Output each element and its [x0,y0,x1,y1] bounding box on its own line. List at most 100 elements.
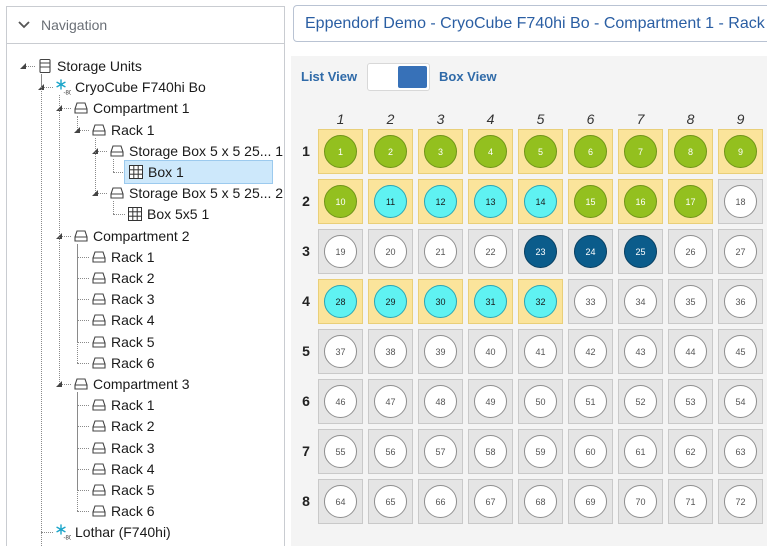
sample-slot[interactable]: 52 [624,385,657,418]
box-position[interactable]: 59 [518,429,563,474]
sample-slot[interactable]: 53 [674,385,707,418]
sample-slot[interactable]: 18 [724,185,757,218]
sample-slot[interactable]: 44 [674,335,707,368]
box-position[interactable]: 61 [618,429,663,474]
sample-slot[interactable]: 58 [474,435,507,468]
expand-arrow-icon[interactable] [73,126,81,134]
tree-item[interactable]: Storage Box 5 x 5 25... 1 [109,141,283,161]
box-position[interactable]: 57 [418,429,463,474]
box-position[interactable]: 55 [318,429,363,474]
tree-item[interactable]: -80CryoCube F740hi Bo [55,77,206,97]
sample-slot[interactable]: 71 [674,485,707,518]
tree-item[interactable]: Rack 4 [91,310,155,330]
sample-slot[interactable]: 30 [424,285,457,318]
sample-slot[interactable]: 11 [374,185,407,218]
sample-slot[interactable]: 3 [424,135,457,168]
tree-item[interactable]: Compartment 1 [73,98,189,118]
box-position[interactable]: 4 [468,129,513,174]
sample-slot[interactable]: 31 [474,285,507,318]
sample-slot[interactable]: 26 [674,235,707,268]
box-position[interactable]: 44 [668,329,713,374]
sample-slot[interactable]: 48 [424,385,457,418]
view-toggle-switch[interactable] [367,63,430,91]
box-position[interactable]: 48 [418,379,463,424]
sample-slot[interactable]: 20 [374,235,407,268]
tree-item[interactable]: Rack 5 [91,332,155,352]
sample-slot[interactable]: 5 [524,135,557,168]
box-view-label[interactable]: Box View [439,69,497,84]
box-position[interactable]: 31 [468,279,513,324]
box-position[interactable]: 18 [718,179,763,224]
sample-slot[interactable]: 41 [524,335,557,368]
sample-slot[interactable]: 6 [574,135,607,168]
box-position[interactable]: 12 [418,179,463,224]
box-position[interactable]: 40 [468,329,513,374]
expand-arrow-icon[interactable] [55,380,63,388]
view-toggle-knob[interactable] [398,66,427,88]
chevron-down-icon[interactable] [17,18,31,32]
tree-item[interactable]: Rack 1 [91,395,155,415]
tree-item[interactable]: Rack 2 [91,268,155,288]
sample-slot[interactable]: 32 [524,285,557,318]
sample-slot[interactable]: 36 [724,285,757,318]
box-position[interactable]: 39 [418,329,463,374]
box-position[interactable]: 20 [368,229,413,274]
sample-slot[interactable]: 39 [424,335,457,368]
sample-slot[interactable]: 49 [474,385,507,418]
box-position[interactable]: 46 [318,379,363,424]
box-position[interactable]: 47 [368,379,413,424]
sample-slot[interactable]: 43 [624,335,657,368]
box-position[interactable]: 34 [618,279,663,324]
box-position[interactable]: 50 [518,379,563,424]
sample-slot[interactable]: 66 [424,485,457,518]
box-position[interactable]: 37 [318,329,363,374]
box-position[interactable]: 10 [318,179,363,224]
tree-item-selected[interactable]: Box 1 [124,160,273,184]
box-position[interactable]: 29 [368,279,413,324]
tree-item[interactable]: -80Lothar (F740hi) [55,522,171,542]
box-position[interactable]: 68 [518,479,563,524]
sample-slot[interactable]: 24 [574,235,607,268]
sample-slot[interactable]: 29 [374,285,407,318]
sample-slot[interactable]: 9 [724,135,757,168]
sample-slot[interactable]: 40 [474,335,507,368]
box-position[interactable]: 27 [718,229,763,274]
sample-slot[interactable]: 70 [624,485,657,518]
sample-slot[interactable]: 34 [624,285,657,318]
sample-slot[interactable]: 46 [324,385,357,418]
box-position[interactable]: 19 [318,229,363,274]
box-position[interactable]: 1 [318,129,363,174]
box-position[interactable]: 54 [718,379,763,424]
box-position[interactable]: 25 [618,229,663,274]
box-position[interactable]: 8 [668,129,713,174]
box-position[interactable]: 64 [318,479,363,524]
box-position[interactable]: 32 [518,279,563,324]
sample-slot[interactable]: 8 [674,135,707,168]
tree-item[interactable]: Compartment 3 [73,374,189,394]
tree-item[interactable]: Rack 2 [91,416,155,436]
box-position[interactable]: 33 [568,279,613,324]
sample-slot[interactable]: 23 [524,235,557,268]
sample-slot[interactable]: 37 [324,335,357,368]
expand-arrow-icon[interactable] [19,62,27,70]
sample-slot[interactable]: 45 [724,335,757,368]
sample-slot[interactable]: 16 [624,185,657,218]
navigation-header[interactable]: Navigation [7,7,284,44]
sample-slot[interactable]: 60 [574,435,607,468]
sample-slot[interactable]: 64 [324,485,357,518]
box-position[interactable]: 65 [368,479,413,524]
tree-item[interactable]: Storage Units [37,56,142,76]
box-position[interactable]: 24 [568,229,613,274]
box-position[interactable]: 66 [418,479,463,524]
expand-arrow-icon[interactable] [91,189,99,197]
box-position[interactable]: 28 [318,279,363,324]
list-view-label[interactable]: List View [301,69,357,84]
sample-slot[interactable]: 50 [524,385,557,418]
box-position[interactable]: 38 [368,329,413,374]
sample-slot[interactable]: 72 [724,485,757,518]
sample-slot[interactable]: 27 [724,235,757,268]
box-position[interactable]: 71 [668,479,713,524]
box-position[interactable]: 11 [368,179,413,224]
sample-slot[interactable]: 61 [624,435,657,468]
box-position[interactable]: 13 [468,179,513,224]
